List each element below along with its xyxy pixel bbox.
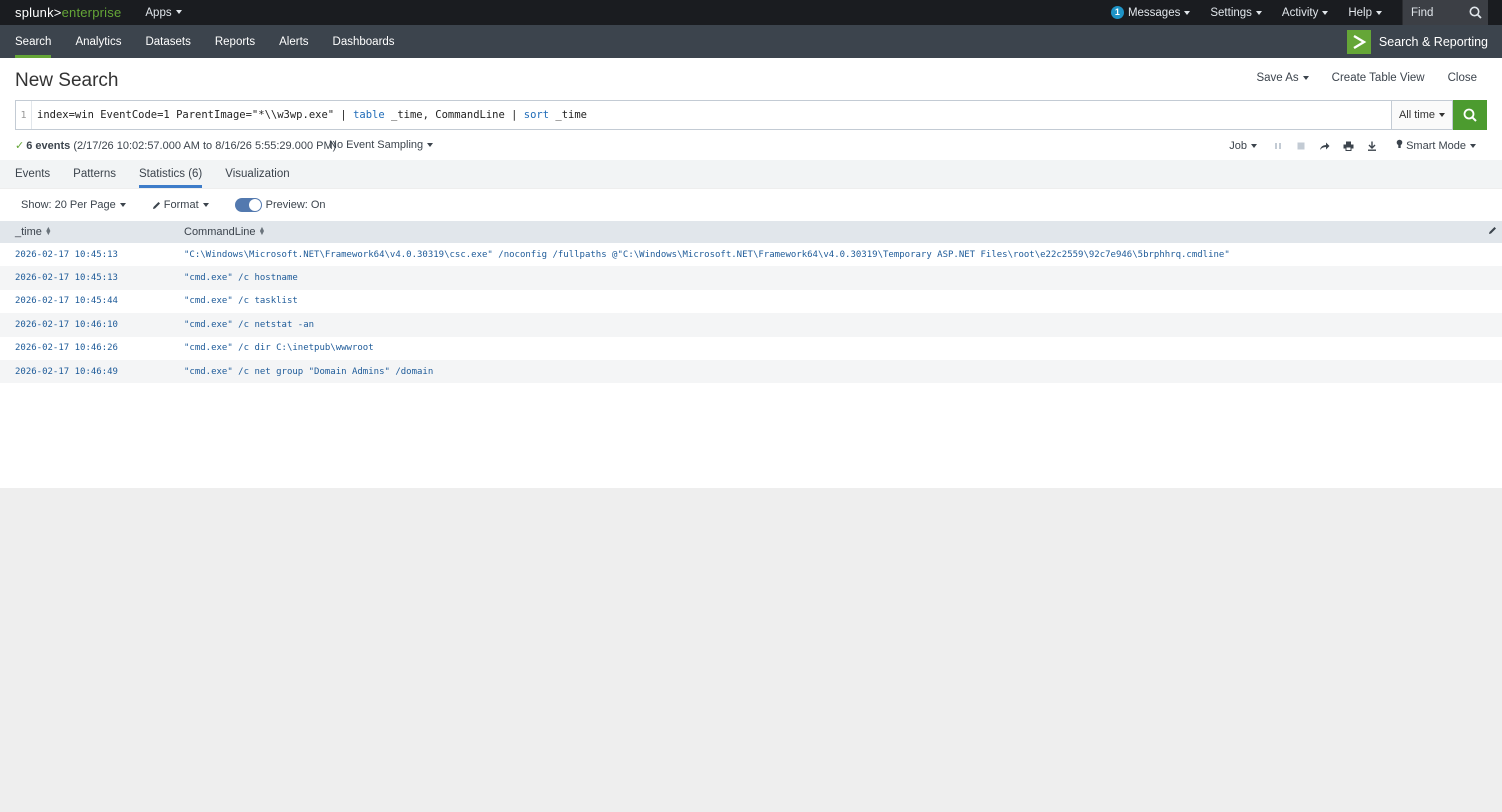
create-table-view-button[interactable]: Create Table View [1332, 72, 1425, 84]
chevron-down-icon [175, 10, 182, 15]
search-mode-menu[interactable]: Smart Mode [1396, 139, 1476, 152]
cell-commandline[interactable]: "cmd.exe" /c netstat -an [184, 313, 1502, 337]
search-page: New Search Save As Create Table View Clo… [0, 58, 1502, 489]
export-icon[interactable] [1367, 141, 1377, 151]
tab-events[interactable]: Events [15, 160, 50, 188]
cell-time[interactable]: 2026-02-17 10:45:44 [0, 289, 184, 314]
tab-visualization[interactable]: Visualization [225, 160, 289, 188]
results-table: _time ▲ ▼ CommandLine ▲ ▼ 2026-02-17 10:45:1… [0, 221, 1502, 384]
page-background [0, 488, 1502, 812]
cell-commandline[interactable]: "C:\Windows\Microsoft.NET\Framework64\v4… [184, 243, 1502, 267]
format-menu[interactable]: Format [152, 199, 209, 211]
search-icon[interactable] [1469, 6, 1482, 22]
per-page-menu[interactable]: Show: 20 Per Page [21, 199, 126, 211]
column-header-commandline[interactable]: CommandLine ▲ ▼ [184, 221, 1482, 243]
global-bar: splunk>enterprise Apps 1 Messages Settin… [0, 0, 1502, 25]
chevron-down-icon [1470, 144, 1476, 149]
table-controls: Show: 20 Per Page Format Preview: On [0, 189, 1502, 221]
splunk-logo[interactable]: splunk>enterprise [0, 5, 121, 20]
table-row: 2026-02-17 10:46:49 "cmd.exe" /c net gro… [0, 359, 1502, 384]
close-button[interactable]: Close [1448, 72, 1477, 84]
settings-menu[interactable]: Settings [1210, 7, 1262, 19]
edit-columns-button[interactable] [1482, 221, 1502, 243]
chevron-down-icon [1255, 10, 1262, 15]
nav-tab-analytics[interactable]: Analytics [75, 25, 121, 58]
cell-time[interactable]: 2026-02-17 10:46:10 [0, 313, 184, 337]
tab-patterns[interactable]: Patterns [73, 160, 116, 188]
job-status: ✓ 6 events (2/17/26 10:02:57.000 AM to 8/… [15, 139, 336, 152]
apps-menu[interactable]: Apps [145, 7, 182, 19]
sort-icon[interactable]: ▲ ▼ [45, 226, 52, 237]
search-query-input[interactable]: 1 index=win EventCode=1 ParentImage="*\\… [15, 100, 1391, 130]
nav-tab-search[interactable]: Search [15, 25, 52, 58]
cell-commandline[interactable]: "cmd.exe" /c tasklist [184, 289, 1502, 314]
search-button[interactable] [1453, 100, 1487, 130]
print-icon[interactable] [1343, 141, 1354, 151]
event-count: 6 events [26, 140, 71, 152]
chevron-down-icon [1251, 143, 1258, 148]
nav-tab-reports[interactable]: Reports [215, 25, 255, 58]
share-icon[interactable] [1319, 141, 1330, 151]
page-title: New Search [15, 70, 119, 91]
app-bar: Search Analytics Datasets Reports Alerts… [0, 25, 1502, 58]
messages-menu[interactable]: 1 Messages [1110, 6, 1191, 19]
chevron-down-icon [1322, 10, 1329, 15]
chevron-down-icon [202, 203, 209, 207]
table-row: 2026-02-17 10:45:13 "cmd.exe" /c hostnam… [0, 266, 1502, 290]
chevron-down-icon [1439, 113, 1446, 117]
results-blank-area [0, 383, 1502, 489]
lightbulb-icon [1396, 139, 1403, 148]
chevron-down-icon [119, 203, 126, 207]
event-time-range: (2/17/26 10:02:57.000 AM to 8/16/26 5:55… [73, 140, 337, 152]
nav-tab-datasets[interactable]: Datasets [145, 25, 190, 58]
cell-time[interactable]: 2026-02-17 10:46:26 [0, 336, 184, 360]
cell-commandline[interactable]: "cmd.exe" /c hostname [184, 266, 1502, 290]
cell-time[interactable]: 2026-02-17 10:45:13 [0, 243, 184, 267]
table-row: 2026-02-17 10:46:26 "cmd.exe" /c dir C:\… [0, 336, 1502, 360]
toggle-switch[interactable] [234, 198, 262, 212]
pencil-icon [152, 201, 160, 209]
table-row: 2026-02-17 10:45:13 "C:\Windows\Microsof… [0, 243, 1502, 267]
event-sampling-menu[interactable]: No Event Sampling [329, 139, 434, 151]
pause-icon[interactable] [1273, 141, 1283, 151]
nav-tab-alerts[interactable]: Alerts [279, 25, 308, 58]
stop-icon[interactable] [1296, 141, 1306, 151]
save-as-button[interactable]: Save As [1256, 72, 1309, 84]
search-icon [1463, 108, 1477, 122]
column-header-time[interactable]: _time ▲ ▼ [0, 221, 184, 243]
line-number: 1 [16, 101, 32, 129]
results-tabs: Events Patterns Statistics (6) Visualiza… [0, 160, 1502, 189]
app-title[interactable]: Search & Reporting [1346, 25, 1502, 58]
pencil-icon [1488, 227, 1496, 234]
tab-statistics[interactable]: Statistics (6) [139, 160, 203, 188]
search-app-icon [1346, 29, 1371, 54]
nav-tab-dashboards[interactable]: Dashboards [333, 25, 395, 58]
search-query-text[interactable]: index=win EventCode=1 ParentImage="*\\w3… [32, 109, 587, 121]
cell-commandline[interactable]: "cmd.exe" /c net group "Domain Admins" /… [184, 359, 1502, 384]
job-menu[interactable]: Job [1229, 140, 1258, 152]
preview-toggle[interactable]: Preview: On [234, 198, 326, 212]
time-range-picker[interactable]: All time [1391, 100, 1453, 130]
chevron-down-icon [427, 143, 434, 148]
sort-icon[interactable]: ▲ ▼ [259, 226, 266, 237]
cell-commandline[interactable]: "cmd.exe" /c dir C:\inetpub\wwwroot [184, 336, 1502, 360]
table-row: 2026-02-17 10:46:10 "cmd.exe" /c netstat… [0, 313, 1502, 337]
table-row: 2026-02-17 10:45:44 "cmd.exe" /c tasklis… [0, 289, 1502, 314]
chevron-down-icon [1184, 10, 1191, 15]
chevron-down-icon [1302, 75, 1309, 80]
help-menu[interactable]: Help [1348, 7, 1382, 19]
chevron-down-icon [1376, 10, 1382, 15]
cell-time[interactable]: 2026-02-17 10:45:13 [0, 266, 184, 290]
check-icon: ✓ [15, 140, 25, 152]
messages-count-badge: 1 [1110, 6, 1124, 19]
find-input[interactable]: Find [1402, 0, 1488, 25]
activity-menu[interactable]: Activity [1282, 7, 1329, 19]
cell-time[interactable]: 2026-02-17 10:46:49 [0, 359, 184, 384]
